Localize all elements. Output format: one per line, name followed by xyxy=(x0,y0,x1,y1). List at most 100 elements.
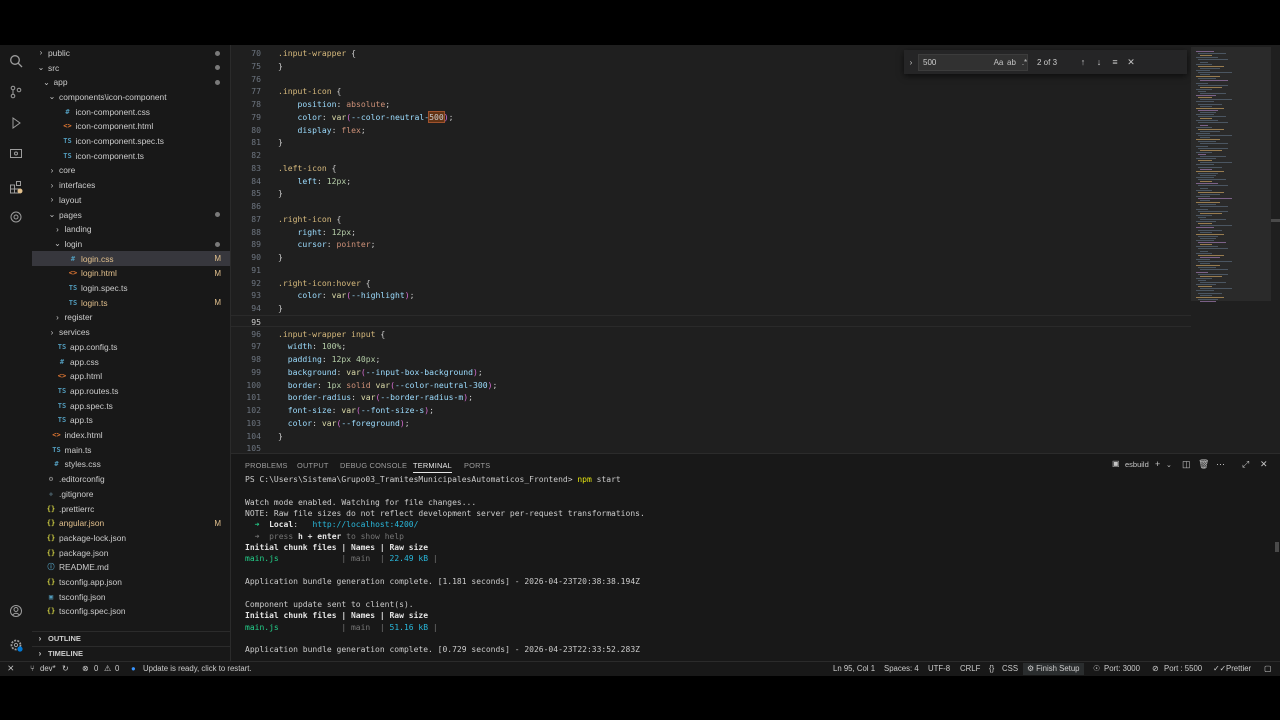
tree-file[interactable]: <> login.html M xyxy=(32,266,230,281)
tree-file[interactable]: TS icon-component.spec.ts xyxy=(32,134,230,149)
ts-icon: TS xyxy=(57,401,67,410)
close-icon[interactable]: ✕ xyxy=(1123,57,1139,68)
port-3000[interactable]: Port: 3000 xyxy=(1104,664,1140,673)
run-debug-icon[interactable] xyxy=(6,113,26,133)
tree-folder[interactable]: › core xyxy=(32,163,230,178)
port-5500[interactable]: Port : 5500 xyxy=(1164,664,1202,673)
tree-file[interactable]: TS app.routes.ts xyxy=(32,384,230,399)
timeline-section-header[interactable]: › TIMELINE xyxy=(32,646,230,660)
split-terminal-icon[interactable]: ◫ xyxy=(1182,459,1191,470)
tree-file[interactable]: TS main.ts xyxy=(32,442,230,457)
warning-count[interactable]: 0 xyxy=(115,664,119,673)
tab-debug-console[interactable]: DEBUG CONSOLE xyxy=(340,461,407,470)
notifications-icon[interactable]: ▢ xyxy=(1264,664,1271,673)
tree-file[interactable]: {} package.json xyxy=(32,545,230,560)
tree-folder[interactable]: › register xyxy=(32,310,230,325)
tree-folder[interactable]: ⌄ pages xyxy=(32,207,230,222)
toggle-replace-icon[interactable]: › xyxy=(904,58,918,67)
prettier-status[interactable]: Prettier xyxy=(1226,664,1251,673)
tree-file[interactable]: <> app.html xyxy=(32,369,230,384)
code-editor[interactable]: 70 .input-wrapper {75} 76 77 .input-icon {78… xyxy=(231,45,1280,453)
tab-problems[interactable]: PROBLEMS xyxy=(245,461,288,470)
update-status[interactable]: Update is ready, click to restart. xyxy=(143,664,252,673)
tree-file[interactable]: ▣ tsconfig.json xyxy=(32,589,230,604)
more-actions-icon[interactable]: ⋯ xyxy=(1216,459,1225,470)
match-case-toggle[interactable]: Aa xyxy=(992,58,1005,67)
tree-folder[interactable]: › landing xyxy=(32,222,230,237)
panel-tabs: PROBLEMS OUTPUT DEBUG CONSOLE TERMINAL P… xyxy=(231,454,1280,476)
tree-folder[interactable]: › interfaces xyxy=(32,178,230,193)
tree-file[interactable]: <> index.html xyxy=(32,428,230,443)
tree-file[interactable]: ◆ .gitignore xyxy=(32,487,230,502)
line-number: 96 xyxy=(251,328,261,339)
tree-file[interactable]: {} .prettierrc xyxy=(32,501,230,516)
extensions-icon[interactable] xyxy=(6,177,26,197)
tree-file[interactable]: TS app.config.ts xyxy=(32,340,230,355)
tab-output[interactable]: OUTPUT xyxy=(297,461,329,470)
tree-folder[interactable]: › public xyxy=(32,46,230,61)
line-number: 82 xyxy=(251,150,261,160)
sync-icon[interactable]: ↻ xyxy=(62,664,69,673)
tree-file[interactable]: # app.css xyxy=(32,354,230,369)
language-mode[interactable]: CSS xyxy=(1002,664,1018,673)
tree-file[interactable]: {} angular.json M xyxy=(32,516,230,531)
regex-toggle[interactable]: .* xyxy=(1018,58,1031,67)
line-ending[interactable]: CRLF xyxy=(960,664,980,673)
encoding[interactable]: UTF-8 xyxy=(928,664,950,673)
tree-file[interactable]: ⓘ README.md xyxy=(32,560,230,575)
chevron-down-icon[interactable]: ⌄ xyxy=(1166,461,1172,469)
source-control-icon[interactable] xyxy=(6,82,26,102)
tree-file[interactable]: # styles.css xyxy=(32,457,230,472)
code-token: var xyxy=(331,290,347,301)
tree-file[interactable]: <> icon-component.html xyxy=(32,119,230,134)
tree-folder[interactable]: ⌄ components\icon-component xyxy=(32,90,230,105)
tree-folder[interactable]: ⌄ app xyxy=(32,75,230,90)
tree-file[interactable]: TS login.ts M xyxy=(32,295,230,310)
tree-file[interactable]: {} tsconfig.app.json xyxy=(32,575,230,590)
account-icon[interactable] xyxy=(6,601,26,621)
maximize-panel-icon[interactable]: ⤢ xyxy=(1242,459,1249,470)
tree-item-label: login.css xyxy=(81,253,114,264)
containers-icon[interactable] xyxy=(6,207,26,227)
tree-file[interactable]: TS app.ts xyxy=(32,413,230,428)
tree-file[interactable]: ⚙ .editorconfig xyxy=(32,472,230,487)
warning-icon: ⚠ xyxy=(104,664,111,673)
arrow-up-icon[interactable]: ↑ xyxy=(1075,57,1091,67)
close-panel-icon[interactable]: ✕ xyxy=(1260,459,1268,470)
tree-folder[interactable]: › layout xyxy=(32,193,230,208)
minimap[interactable] xyxy=(1191,45,1271,453)
tree-folder[interactable]: ⌄ src xyxy=(32,60,230,75)
tab-ports[interactable]: PORTS xyxy=(464,461,490,470)
tab-terminal[interactable]: TERMINAL xyxy=(413,461,452,473)
tree-file[interactable]: # icon-component.css xyxy=(32,104,230,119)
settings-gear-icon[interactable] xyxy=(6,635,26,655)
search-icon[interactable] xyxy=(6,51,26,71)
cursor-position[interactable]: Ln 95, Col 1 xyxy=(833,664,875,673)
tree-file[interactable]: TS app.spec.ts xyxy=(32,398,230,413)
branch-name[interactable]: dev* xyxy=(40,664,56,673)
tree-file[interactable]: {} package-lock.json xyxy=(32,531,230,546)
error-count[interactable]: 0 xyxy=(94,664,98,673)
branch-icon: ⑂ xyxy=(30,664,35,673)
find-in-selection-icon[interactable]: ≡ xyxy=(1107,57,1123,67)
tree-folder[interactable]: › services xyxy=(32,325,230,340)
terminal-text: Initial chunk files | Names | Raw size xyxy=(245,543,429,553)
remote-explorer-icon[interactable] xyxy=(6,144,26,164)
arrow-down-icon[interactable]: ↓ xyxy=(1091,57,1107,67)
code-token: --input-box-background xyxy=(365,366,473,377)
tree-file[interactable]: # login.css M xyxy=(32,251,230,266)
editor-scrollbar-thumb[interactable] xyxy=(1271,219,1280,222)
tree-file[interactable]: TS login.spec.ts xyxy=(32,281,230,296)
finish-setup-button[interactable]: ⚙ Finish Setup xyxy=(1023,663,1084,675)
tree-file[interactable]: {} tsconfig.spec.json xyxy=(32,604,230,619)
terminal-name[interactable]: esbuild xyxy=(1125,460,1149,469)
whole-word-toggle[interactable]: ab xyxy=(1005,58,1018,67)
indentation[interactable]: Spaces: 4 xyxy=(884,664,919,673)
remote-icon[interactable]: ⨯ xyxy=(7,663,15,674)
outline-section-header[interactable]: › OUTLINE xyxy=(32,631,230,645)
terminal-scrollbar-thumb[interactable] xyxy=(1275,542,1279,552)
tree-folder[interactable]: ⌄ login xyxy=(32,237,230,252)
tree-file[interactable]: TS icon-component.ts xyxy=(32,148,230,163)
trash-icon[interactable]: 🗑 xyxy=(1198,459,1209,470)
plus-icon[interactable]: + xyxy=(1155,459,1160,469)
